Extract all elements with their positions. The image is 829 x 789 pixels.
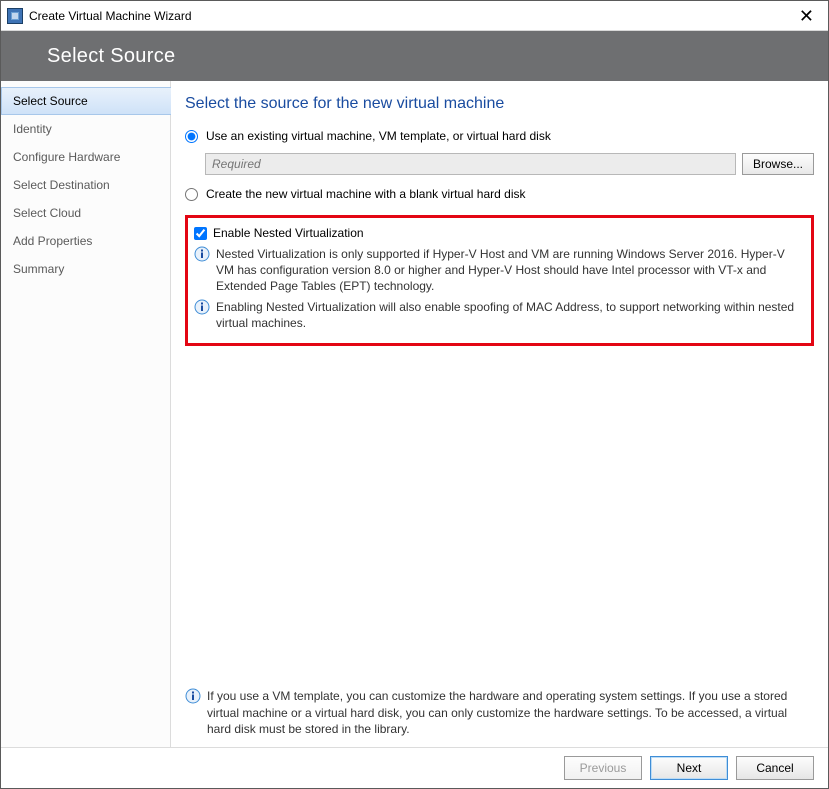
wizard-footer: Previous Next Cancel <box>1 747 828 788</box>
radio-blank-disk-label: Create the new virtual machine with a bl… <box>206 187 526 201</box>
cancel-button[interactable]: Cancel <box>736 756 814 780</box>
app-icon <box>7 8 23 24</box>
sidebar-item-add-properties[interactable]: Add Properties <box>1 227 170 255</box>
wizard-main: Select the source for the new virtual ma… <box>171 81 828 747</box>
radio-blank-disk[interactable]: Create the new virtual machine with a bl… <box>185 187 814 201</box>
window-title: Create Virtual Machine Wizard <box>29 9 192 23</box>
close-icon[interactable]: ✕ <box>793 7 820 25</box>
nested-info-2: Enabling Nested Virtualization will also… <box>216 299 803 331</box>
info-icon <box>185 688 201 704</box>
source-path-input[interactable] <box>205 153 736 175</box>
bottom-info-text: If you use a VM template, you can custom… <box>207 688 814 737</box>
sidebar-item-select-cloud[interactable]: Select Cloud <box>1 199 170 227</box>
radio-use-existing-input[interactable] <box>185 130 198 143</box>
sidebar-item-configure-hardware[interactable]: Configure Hardware <box>1 143 170 171</box>
sidebar-item-identity[interactable]: Identity <box>1 115 170 143</box>
info-icon <box>194 246 210 262</box>
radio-blank-disk-input[interactable] <box>185 188 198 201</box>
page-heading: Select the source for the new virtual ma… <box>185 95 814 113</box>
wizard-window: Create Virtual Machine Wizard ✕ Select S… <box>0 0 829 789</box>
radio-use-existing-label: Use an existing virtual machine, VM temp… <box>206 129 551 143</box>
radio-use-existing[interactable]: Use an existing virtual machine, VM temp… <box>185 129 814 143</box>
wizard-header: Select Source <box>1 31 828 81</box>
previous-button: Previous <box>564 756 642 780</box>
info-icon <box>194 299 210 315</box>
enable-nested-label: Enable Nested Virtualization <box>213 226 364 240</box>
enable-nested-checkbox-row[interactable]: Enable Nested Virtualization <box>194 226 803 240</box>
nested-info-1: Nested Virtualization is only supported … <box>216 246 803 295</box>
nested-virtualization-section: Enable Nested Virtualization Nested Virt… <box>185 215 814 346</box>
wizard-sidebar: Select Source Identity Configure Hardwar… <box>1 81 171 747</box>
sidebar-item-select-source[interactable]: Select Source <box>1 87 171 115</box>
enable-nested-checkbox[interactable] <box>194 227 207 240</box>
sidebar-item-summary[interactable]: Summary <box>1 255 170 283</box>
browse-button[interactable]: Browse... <box>742 153 814 175</box>
sidebar-item-select-destination[interactable]: Select Destination <box>1 171 170 199</box>
titlebar: Create Virtual Machine Wizard ✕ <box>1 1 828 31</box>
wizard-header-title: Select Source <box>47 45 175 68</box>
next-button[interactable]: Next <box>650 756 728 780</box>
bottom-info: If you use a VM template, you can custom… <box>185 688 814 737</box>
